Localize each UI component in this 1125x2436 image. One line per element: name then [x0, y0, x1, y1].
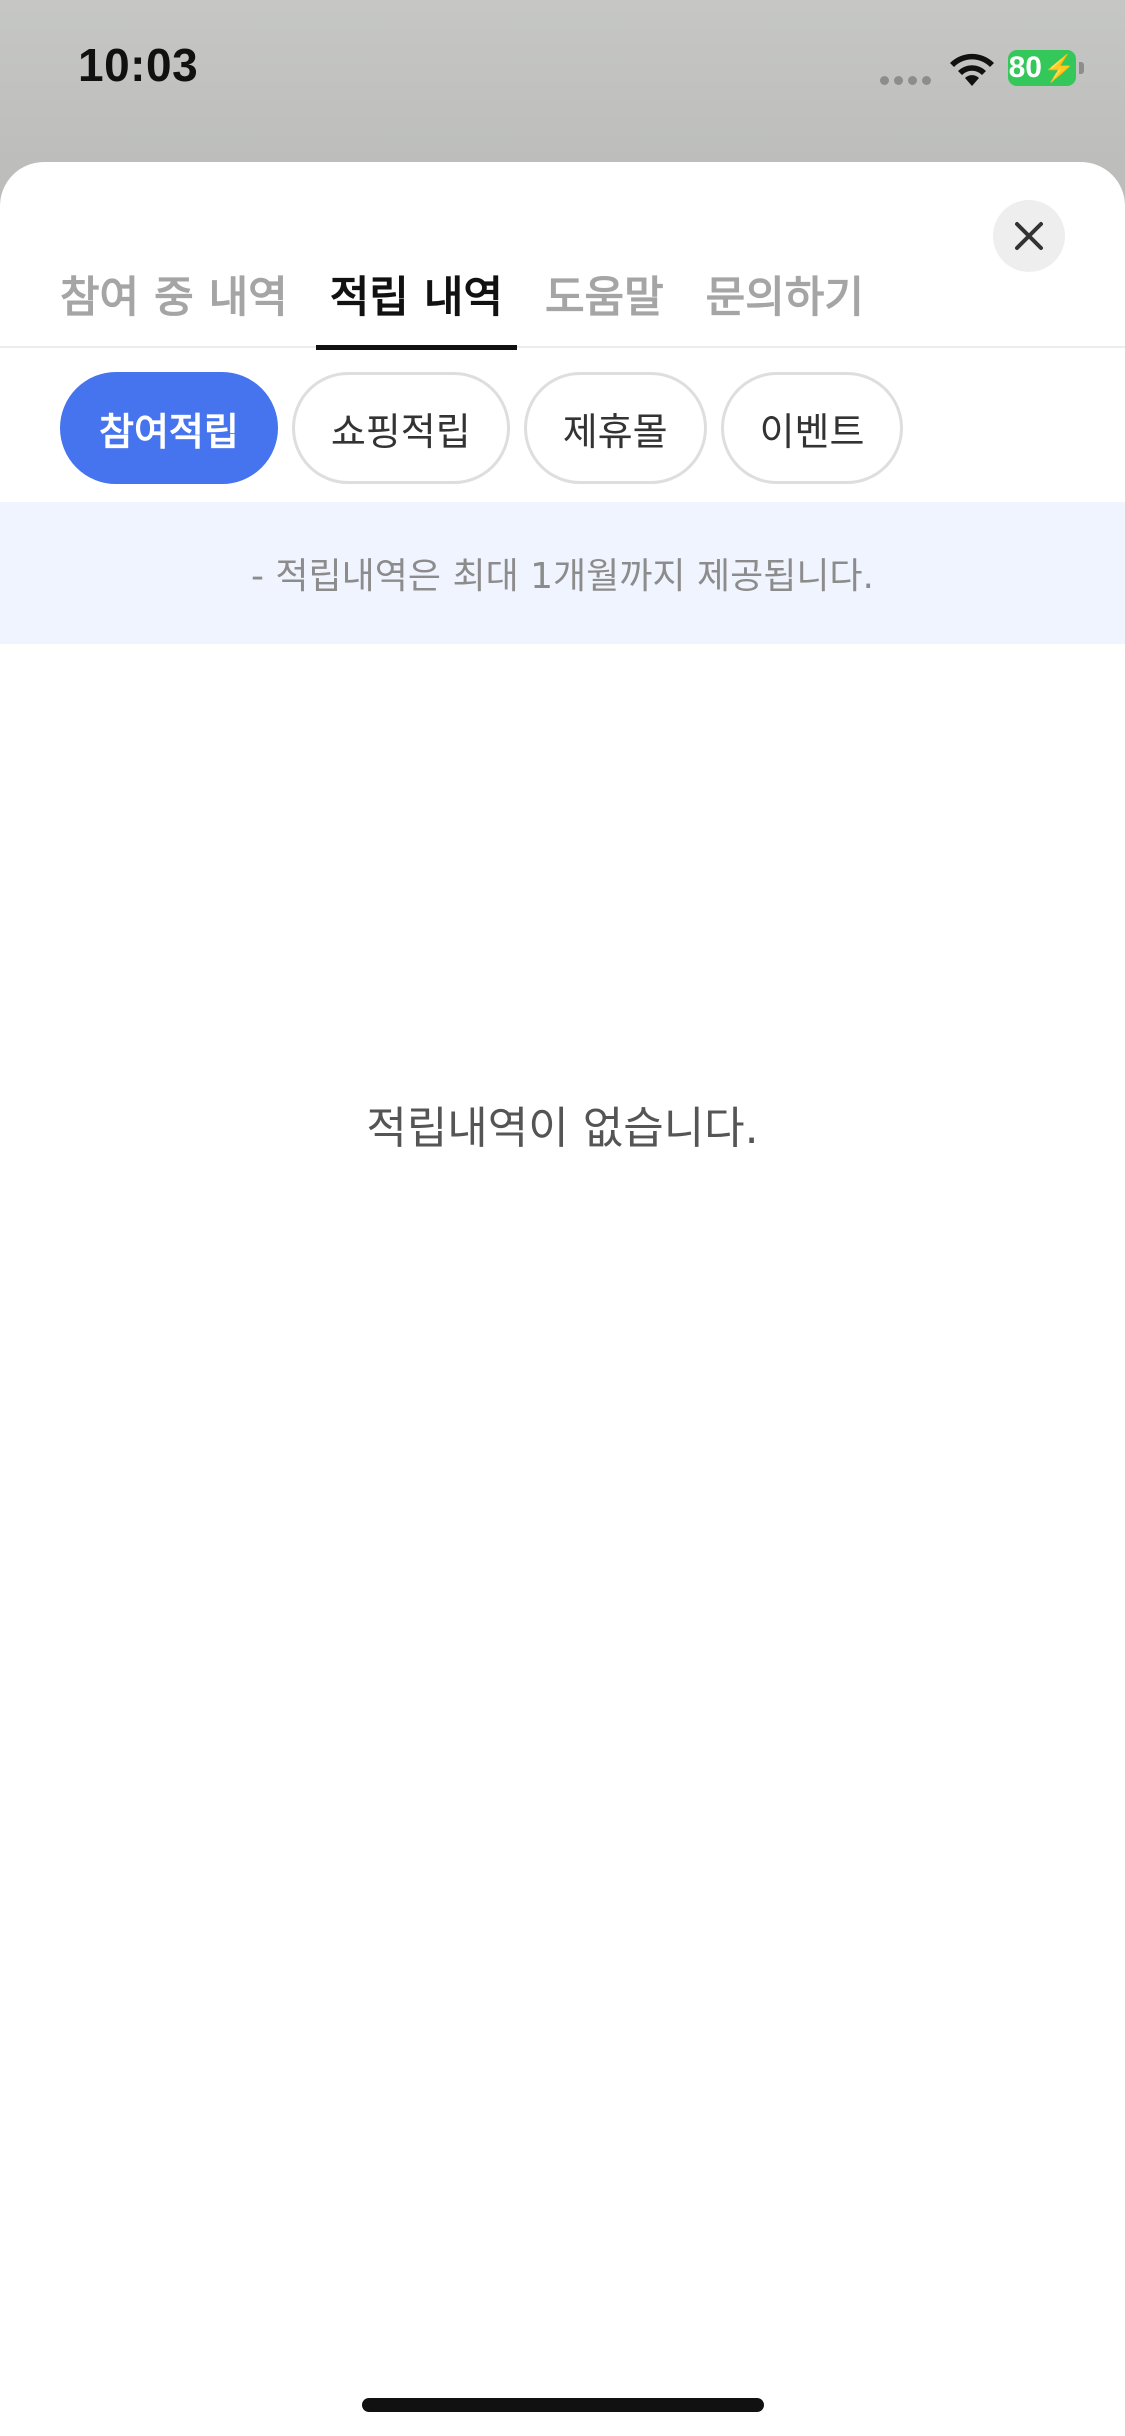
filter-chip-affiliate[interactable]: 제휴몰 [523, 372, 707, 484]
filter-chip-event[interactable]: 이벤트 [720, 372, 904, 484]
filter-chips: 참여적립 쇼핑적립 제휴몰 이벤트 [60, 372, 904, 484]
battery-charging-icon: 80 ⚡ [1008, 50, 1084, 86]
tab-bar: 참여 중 내역 적립 내역 도움말 문의하기 [0, 258, 1125, 350]
tab-help[interactable]: 도움말 [531, 258, 678, 348]
filter-chip-participation[interactable]: 참여적립 [60, 372, 278, 484]
wifi-icon [950, 53, 994, 86]
battery-level: 80 [1008, 51, 1042, 84]
notice-banner: - 적립내역은 최대 1개월까지 제공됩니다. [0, 502, 1125, 644]
status-bar: 10:03 80 ⚡ [0, 0, 1125, 140]
status-time: 10:03 [78, 39, 199, 91]
tab-participating[interactable]: 참여 중 내역 [46, 258, 302, 348]
close-icon [1015, 222, 1043, 250]
empty-state-message: 적립내역이 없습니다. [366, 1103, 759, 1154]
home-indicator [362, 2398, 764, 2412]
bottom-sheet: 참여 중 내역 적립 내역 도움말 문의하기 참여적립 쇼핑적립 제휴몰 이벤트… [0, 162, 1125, 2436]
filter-chip-shopping[interactable]: 쇼핑적립 [291, 372, 510, 484]
cellular-signal-icon [880, 76, 931, 85]
tab-earning-history[interactable]: 적립 내역 [315, 258, 518, 350]
tab-inquiry[interactable]: 문의하기 [692, 258, 878, 348]
